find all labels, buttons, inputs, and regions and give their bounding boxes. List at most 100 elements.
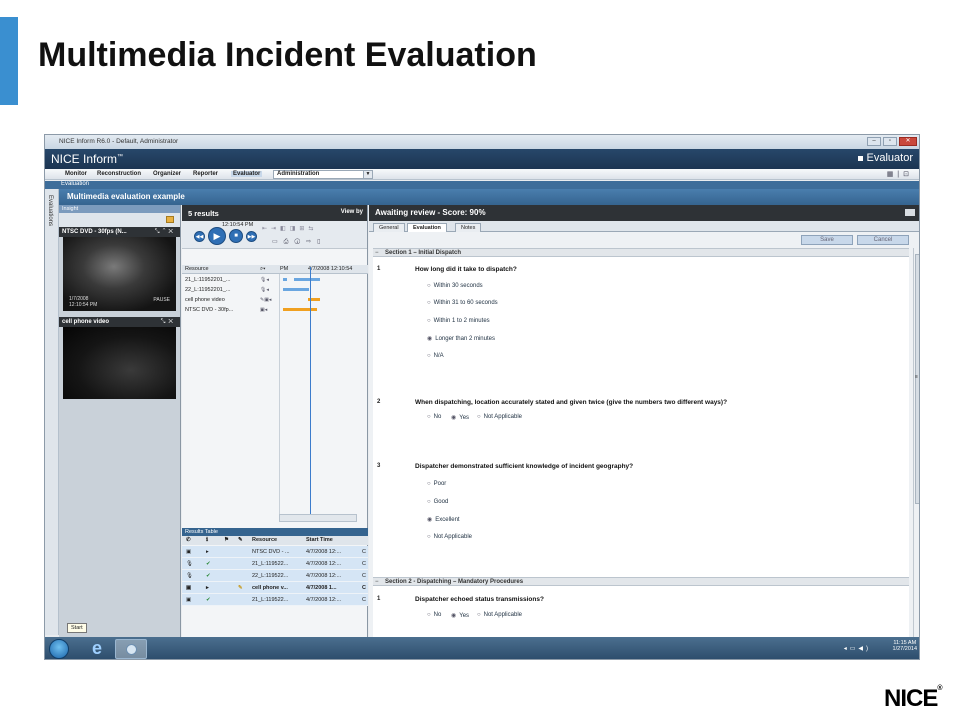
menu-evaluator[interactable]: Evaluator <box>231 171 263 177</box>
window-title: NICE Inform R6.0 - Default, Administrato… <box>59 138 179 145</box>
nice-logo: NICE® <box>884 685 943 712</box>
administration-select[interactable]: Administration <box>273 170 373 179</box>
menu-reconstruction[interactable]: Reconstruction <box>97 171 141 177</box>
timeline-bar <box>294 278 320 281</box>
timeline-header: Resource ⌕▾ PM 4/7/2008 12:10:54 <box>182 265 368 274</box>
phone-icon[interactable]: ✆ <box>186 537 191 543</box>
chevron-down-icon[interactable]: ▼ <box>363 170 373 179</box>
radio-option[interactable]: No <box>427 414 442 420</box>
column-resource[interactable]: Resource <box>252 537 277 543</box>
menu-reporter[interactable]: Reporter <box>193 171 218 177</box>
app-header: NICE Inform™ Evaluator <box>45 149 919 169</box>
taskbar-app-button[interactable] <box>115 639 147 659</box>
timeline-timestamp: 4/7/2008 12:10:54 <box>308 266 353 272</box>
radio-option[interactable]: No <box>427 612 442 618</box>
app-window-screenshot: NICE Inform R6.0 - Default, Administrato… <box>44 134 920 660</box>
search-icon[interactable]: ⌕▾ <box>260 266 265 273</box>
scroll-grip-icon: ≡ <box>915 374 918 380</box>
cancel-button[interactable]: Cancel <box>857 235 909 245</box>
camera-icon: ▣◂ <box>260 307 268 313</box>
tab-notes[interactable]: Notes <box>455 223 482 232</box>
timeline-cursor[interactable] <box>310 267 311 515</box>
evaluation-action-bar: Save Cancel <box>369 232 919 248</box>
radio-option[interactable]: Within 1 to 2 minutes <box>427 318 490 324</box>
menu-tool-icons[interactable]: ▦|⊡ <box>887 170 913 178</box>
play-icon[interactable]: ▶ <box>208 227 226 245</box>
stop-icon[interactable]: ■ <box>229 229 243 243</box>
video1-status: PAUSE <box>153 297 170 303</box>
column-start-time[interactable]: Start Time <box>306 537 333 543</box>
timeline-grid[interactable] <box>279 274 357 514</box>
table-row[interactable]: 🎙 ✔ 22_L:119522... 4/7/2008 12:... C <box>182 570 368 582</box>
evaluation-title-bar: Multimedia evaluation example <box>59 189 919 205</box>
camera-icon: ▣ <box>186 585 192 591</box>
timeline-scrollbar[interactable] <box>279 514 357 522</box>
question-text: Dispatcher demonstrated sufficient knowl… <box>415 463 634 470</box>
taskbar: e ◂▭◀) 11:15 AM 1/27/2014 <box>45 637 919 659</box>
minimize-icon[interactable]: – <box>867 137 881 146</box>
video-window-controls-icon[interactable]: ⤡⌃✕ <box>155 227 176 237</box>
camera-icon: ▣ <box>186 597 192 603</box>
tray-icons[interactable]: ◂▭◀) <box>844 645 871 652</box>
flag-icon[interactable]: ⚑ <box>224 537 229 543</box>
video-window-controls-icon[interactable]: ⤡✕ <box>161 317 176 327</box>
browser-icon[interactable]: e <box>83 639 111 659</box>
tab-evaluation[interactable]: Evaluation <box>407 223 447 232</box>
video1-header: NTSC DVD - 30fps (N... ⤡⌃✕ <box>59 227 180 237</box>
attachment-icon[interactable]: ✎ <box>238 537 243 543</box>
menu-organizer[interactable]: Organizer <box>153 171 181 177</box>
menu-monitor[interactable]: Monitor <box>65 171 87 177</box>
radio-option-selected[interactable]: Yes <box>451 414 469 421</box>
radio-option[interactable]: Poor <box>427 481 447 487</box>
radio-option[interactable]: Not Applicable <box>477 414 522 420</box>
insight-toolbar <box>59 213 180 227</box>
radio-option-selected[interactable]: Yes <box>451 612 469 619</box>
check-icon: ✔ <box>206 561 211 567</box>
window-titlebar: NICE Inform R6.0 - Default, Administrato… <box>45 135 919 149</box>
view-by-button[interactable]: View by <box>341 209 363 215</box>
save-button[interactable]: Save <box>801 235 853 245</box>
clock[interactable]: 11:15 AM 1/27/2014 <box>893 640 917 652</box>
rewind-icon[interactable]: ◀◀ <box>194 231 205 242</box>
fast-forward-icon[interactable]: ▶▶ <box>246 231 257 242</box>
radio-option-selected[interactable]: Longer than 2 minutes <box>427 335 495 342</box>
timeline-resource-col[interactable]: Resource <box>185 266 209 272</box>
radio-option[interactable]: N/A <box>427 353 444 359</box>
results-header: 5 results View by <box>182 205 367 221</box>
table-row[interactable]: ▣ ▸ ✎ cell phone v... 4/7/2008 1... C <box>182 582 368 594</box>
insight-header: Insight <box>59 205 180 213</box>
radio-option[interactable]: Within 31 to 60 seconds <box>427 300 498 306</box>
mic-icon: 🎙 <box>186 561 193 567</box>
close-icon[interactable]: ✕ <box>899 137 917 146</box>
radio-option-selected[interactable]: Excellent <box>427 516 459 523</box>
section-1-header[interactable]: Section 1 – Initial Dispatch <box>373 248 909 257</box>
radio-option[interactable]: Within 30 seconds <box>427 283 483 289</box>
video1-frame[interactable]: PAUSE 1/7/2008 12:10:54 PM <box>63 237 176 311</box>
question-text: When dispatching, location accurately st… <box>415 399 728 406</box>
tab-general[interactable]: General <box>373 223 405 232</box>
mic-icon: 🎙 <box>186 573 193 579</box>
radio-option[interactable]: Not Applicable <box>477 612 522 618</box>
radio-option[interactable]: Not Applicable <box>427 534 472 540</box>
options-menu-icon[interactable] <box>905 209 915 216</box>
video2-frame[interactable] <box>63 327 176 399</box>
table-row[interactable]: ▣ ✔ 21_L:119522... 4/7/2008 12:... C <box>182 594 368 606</box>
timeline-tool-icons[interactable]: ▭⎙ⓘ⇨▯ <box>272 238 326 246</box>
table-row[interactable]: ▣ ▸ NTSC DVD - ... 4/7/2008 12:... C <box>182 546 368 558</box>
expand-icon: ▸ <box>206 585 209 591</box>
app-module-label: Evaluator <box>857 152 913 164</box>
folder-icon[interactable] <box>166 216 174 223</box>
sidebar-tab-evaluations[interactable]: Evaluations <box>45 189 59 635</box>
player-panel: 5 results View by 12:10:54 PM ◀◀ ▶ ■ ▶▶ … <box>182 205 368 637</box>
table-row[interactable]: 🎙 ✔ 21_L:119522... 4/7/2008 12:... C <box>182 558 368 570</box>
info-icon[interactable]: ℹ <box>206 537 208 543</box>
question-text: How long did it take to dispatch? <box>415 266 517 273</box>
timeline-bar <box>283 308 317 311</box>
start-tooltip: Start <box>67 623 87 633</box>
restore-icon[interactable]: ▫ <box>883 137 897 146</box>
start-button[interactable] <box>49 639 69 659</box>
radio-option[interactable]: Good <box>427 499 449 505</box>
playback-tool-icons[interactable]: ⇤⇥◧◨⊞⇆ <box>262 225 317 232</box>
section-2-header[interactable]: Section 2 - Dispatching – Mandatory Proc… <box>373 577 909 586</box>
form-scrollbar[interactable]: ≡ <box>913 248 919 637</box>
